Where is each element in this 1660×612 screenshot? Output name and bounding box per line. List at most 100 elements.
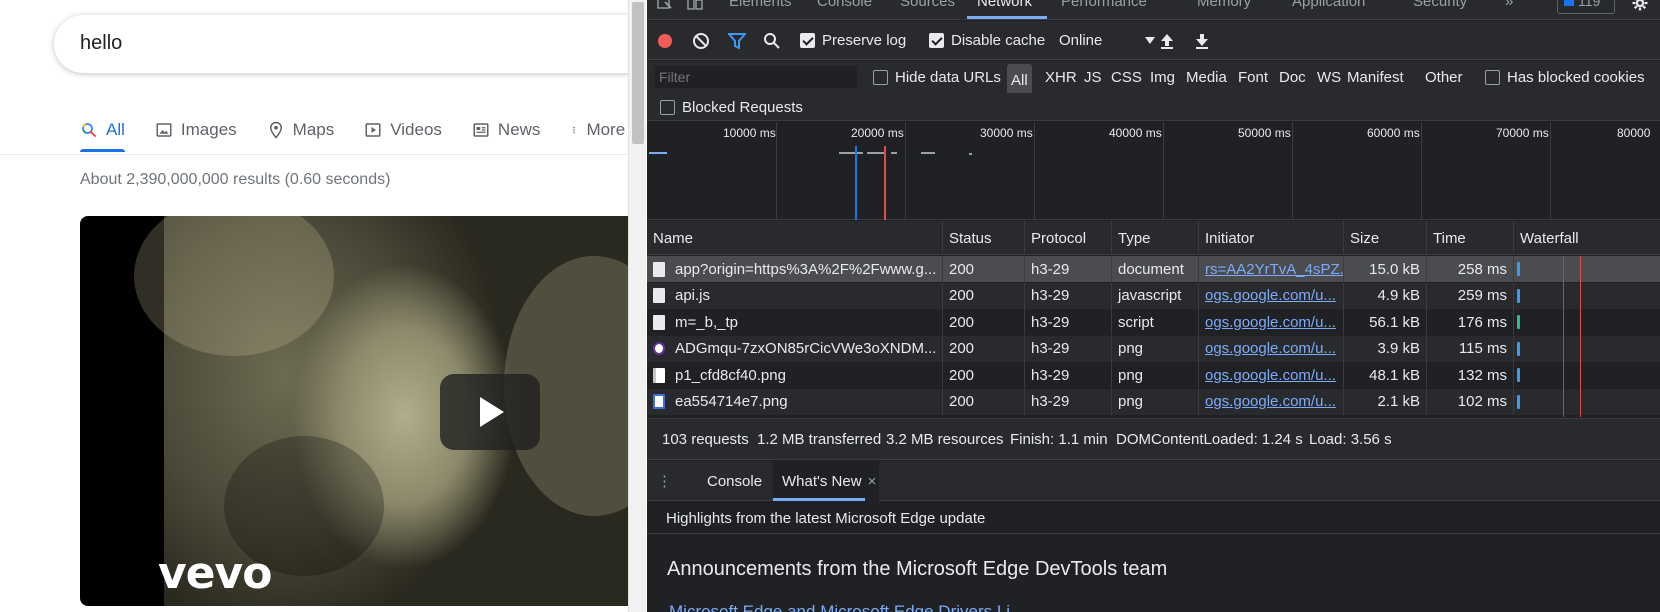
cell-name: p1_cfd8cf40.png [647, 362, 943, 388]
tab-console[interactable]: Console [817, 0, 872, 10]
hide-data-urls-checkbox[interactable]: Hide data URLs [873, 61, 1001, 93]
scrollbar-thumb[interactable] [632, 2, 644, 144]
drawer-menu-button[interactable]: ⋮ [657, 461, 672, 501]
cell-initiator[interactable]: rs=AA2YrTvA_4sPZ... [1199, 256, 1344, 282]
throttling-select[interactable]: Online [1059, 21, 1163, 60]
cell-size: 4.9 kB [1344, 282, 1427, 309]
cell-type: png [1112, 362, 1199, 388]
table-row[interactable]: api.js 200 h3-29 javascript ogs.google.com/u… [647, 282, 1660, 309]
cell-initiator[interactable]: ogs.google.com/u... [1199, 282, 1344, 309]
hide-data-urls-check[interactable] [873, 69, 888, 85]
column-status[interactable]: Status [943, 221, 1025, 255]
column-time[interactable]: Time [1427, 221, 1514, 255]
search-button[interactable] [763, 21, 781, 60]
network-overview[interactable]: 10000 ms 20000 ms 30000 ms 40000 ms 5000… [647, 122, 1660, 220]
cell-initiator[interactable]: ogs.google.com/u... [1199, 362, 1344, 388]
column-size[interactable]: Size [1344, 221, 1427, 255]
table-row[interactable]: app?origin=https%3A%2F%2Fwww.g... 200 h3-2… [647, 256, 1660, 282]
filter-type-other[interactable]: Other [1425, 61, 1463, 93]
record-button[interactable] [657, 21, 673, 60]
filter-type-font[interactable]: Font [1238, 61, 1268, 93]
tab-news-label: News [497, 120, 541, 139]
table-row[interactable]: ea554714e7.png 200 h3-29 png ogs.google.com/… [647, 388, 1660, 415]
cell-initiator[interactable]: ogs.google.com/u... [1199, 388, 1344, 415]
overview-label: 50000 ms [1238, 126, 1291, 140]
vevo-logo: vevo [158, 548, 272, 599]
tab-security[interactable]: Security [1413, 0, 1467, 10]
filter-type-manifest[interactable]: Manifest [1347, 61, 1404, 93]
export-har-button[interactable] [1194, 21, 1210, 60]
dom-content-loaded-marker [855, 146, 857, 220]
filter-type-ws[interactable]: WS [1317, 61, 1341, 93]
filter-type-img[interactable]: Img [1150, 61, 1175, 93]
tab-videos-label: Videos [390, 120, 442, 139]
table-row[interactable]: ADGmqu-7zxON85rCicVWe3oXNDM... 200 h3-29 pn… [647, 335, 1660, 362]
issues-counter[interactable]: 119 [1557, 0, 1615, 14]
tab-videos[interactable]: Videos [364, 112, 442, 148]
filter-input[interactable] [655, 66, 857, 88]
more-tabs-button[interactable]: » [1505, 0, 1513, 10]
overview-request-bar [969, 153, 972, 155]
table-row[interactable]: p1_cfd8cf40.png 200 h3-29 png ogs.google.com… [647, 362, 1660, 388]
tab-maps[interactable]: Maps [267, 112, 334, 148]
summary-transferred: 1.2 MB transferred [757, 431, 882, 448]
waterfall-dcl-line [1563, 256, 1564, 417]
filter-type-doc[interactable]: Doc [1279, 61, 1306, 93]
preserve-log-check[interactable] [800, 33, 815, 48]
tab-news[interactable]: News [472, 112, 541, 148]
column-waterfall[interactable]: Waterfall [1514, 221, 1660, 255]
tab-performance[interactable]: Performance [1061, 0, 1147, 10]
results-stats: About 2,390,000,000 results (0.60 second… [80, 171, 391, 188]
device-toolbar-icon[interactable] [687, 0, 703, 10]
filter-type-css[interactable]: CSS [1111, 61, 1142, 93]
disable-cache-check[interactable] [929, 33, 944, 48]
has-blocked-cookies-checkbox[interactable]: Has blocked cookies [1485, 61, 1645, 93]
tab-application[interactable]: Application [1292, 0, 1365, 10]
cell-initiator[interactable]: ogs.google.com/u... [1199, 309, 1344, 335]
gear-icon[interactable] [1631, 0, 1649, 12]
tab-elements[interactable]: Elements [729, 0, 792, 10]
tab-images[interactable]: Images [155, 112, 237, 148]
blocked-requests-checkbox[interactable]: Blocked Requests [660, 93, 803, 121]
filter-type-all[interactable]: All [1007, 64, 1032, 96]
table-row[interactable]: m=_b,_tp 200 h3-29 script ogs.google.com/u..… [647, 309, 1660, 335]
tab-network[interactable]: Network [977, 0, 1032, 10]
clear-icon [693, 32, 709, 49]
column-initiator[interactable]: Initiator [1199, 221, 1344, 255]
cell-size: 3.9 kB [1344, 335, 1427, 362]
disable-cache-checkbox[interactable]: Disable cache [929, 21, 1045, 60]
inspect-icon[interactable] [657, 0, 673, 10]
tab-more[interactable]: More [570, 112, 625, 148]
has-blocked-cookies-check[interactable] [1485, 69, 1500, 85]
search-input[interactable]: hello [54, 15, 628, 73]
network-summary-bar: 103 requests 1.2 MB transferred 3.2 MB r… [647, 418, 1660, 460]
screen: hello All Images Maps Videos News More A… [0, 0, 1660, 612]
column-protocol[interactable]: Protocol [1025, 221, 1112, 255]
blocked-requests-check[interactable] [660, 99, 675, 115]
search-query[interactable]: hello [80, 32, 122, 55]
column-type[interactable]: Type [1112, 221, 1199, 255]
drawer-tab-whats-new[interactable]: What's New × [773, 461, 879, 501]
devtools-tab-bar: Elements Console Sources Network Perform… [647, 0, 1660, 20]
drawer-tab-console[interactable]: Console [707, 461, 762, 501]
cell-initiator[interactable]: ogs.google.com/u... [1199, 335, 1344, 362]
import-har-button[interactable] [1159, 21, 1175, 60]
devtools-panel: Elements Console Sources Network Perform… [647, 0, 1660, 612]
filter-type-js[interactable]: JS [1084, 61, 1102, 93]
filter-toggle-button[interactable] [728, 21, 746, 60]
close-icon[interactable]: × [868, 473, 877, 490]
filter-type-xhr[interactable]: XHR [1045, 61, 1077, 93]
page-scrollbar[interactable] [628, 0, 646, 612]
play-button[interactable] [440, 374, 540, 450]
whats-new-link[interactable]: Microsoft Edge and Microsoft Edge Driver… [669, 602, 1024, 612]
column-name[interactable]: Name [647, 221, 943, 255]
tab-all[interactable]: All [80, 112, 125, 152]
preserve-log-checkbox[interactable]: Preserve log [800, 21, 906, 60]
image-icon [156, 123, 172, 137]
filter-type-media[interactable]: Media [1186, 61, 1227, 93]
tab-sources[interactable]: Sources [900, 0, 955, 10]
tab-memory[interactable]: Memory [1197, 0, 1251, 10]
news-icon [473, 123, 489, 137]
overview-gridline [905, 122, 906, 220]
clear-button[interactable] [692, 21, 710, 60]
